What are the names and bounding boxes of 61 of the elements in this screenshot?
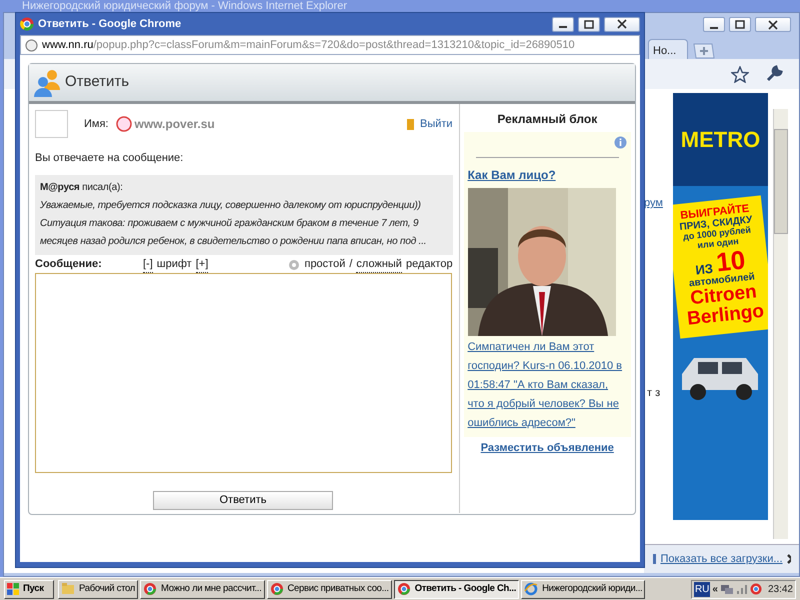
users-icon [33, 68, 61, 98]
show-downloads-link[interactable]: Показать все загрузки... [660, 550, 783, 568]
language-indicator[interactable]: RU [694, 582, 710, 596]
taskbar-button[interactable]: Сервис приватных соо... [266, 580, 392, 598]
browser-tab[interactable]: Но... [648, 39, 688, 59]
network-icon[interactable] [720, 583, 734, 595]
submit-button[interactable]: Ответить [153, 490, 333, 510]
name-label: Имя: [84, 116, 108, 132]
ad-block-title: Рекламный блок [496, 111, 598, 128]
quote-author: М@руся писал(а): [40, 180, 124, 194]
start-button[interactable]: Пуск [4, 580, 54, 598]
taskbar-button[interactable]: Можно ли мне рассчит... [140, 580, 264, 598]
clock: 23:42 [768, 582, 793, 596]
logout-link[interactable]: Выйти [420, 116, 453, 132]
editor-mode-link[interactable]: простой [304, 256, 346, 273]
windows-logo-icon [7, 583, 19, 595]
url-text: www.nn.ru/popup.php?c=classForum&m=mainForum&s=720&do=post&thread=1313210&topic_id=26890510 [42, 38, 575, 53]
folder-icon [61, 582, 75, 596]
ad-headline-link[interactable]: Как Вам лицо? [468, 166, 627, 184]
font-label: шрифт [156, 256, 192, 272]
ad-banner[interactable]: METRO ВЫИГРАЙТЕ ПРИЗ, СКИДКУ до 1000 рублей или один ИЗ 10 автомобилей Citroen Berlingo [673, 93, 768, 520]
new-tab-icon[interactable] [692, 43, 716, 59]
chrome-icon[interactable] [750, 583, 762, 595]
chrome-icon [20, 17, 34, 31]
minimize-icon[interactable] [552, 16, 574, 32]
chrome-icon [270, 582, 284, 596]
message-label: Сообщение: [35, 257, 103, 272]
taskbar-button[interactable]: Рабочий стол [58, 580, 138, 598]
post-ad-link[interactable]: Разместить объявление [464, 440, 631, 456]
page-heading: Ответить [65, 72, 130, 92]
browser-icon [524, 582, 538, 596]
gear-icon [288, 258, 300, 270]
ad-text-link[interactable]: Симпатичен ли Вам этот господин? Kurs-n 06.10.2010 в 01:58:47 "А кто Вам сказал, что я добрый человек? Вы не ошиблись адресом?" [468, 338, 627, 433]
expand-tray-button[interactable]: « [712, 582, 718, 596]
promo-text: ИЗ [694, 261, 714, 278]
editor-label: редактор [406, 257, 453, 272]
scrollbar[interactable] [773, 109, 788, 539]
reply-to-label: Вы отвечаете на сообщение: [35, 151, 184, 166]
chrome-icon [396, 582, 411, 596]
message-field[interactable] [35, 272, 452, 472]
window-title: Нижегородский юридический форум - Windows Internet Explorer [21, 0, 348, 12]
globe-icon [25, 38, 38, 52]
wrench-icon[interactable] [765, 65, 783, 83]
user-name: www.pover.su [134, 116, 215, 133]
avatar [35, 110, 68, 138]
promo-number: 10 [714, 246, 746, 276]
quote-text: Уважаемые, требуется подсказка лицу, совершенно далекому от юриспруденции)) Ситуация такова: проживаем с мужчиной гражданским браком в течение 7 лет, 9 месяцев назад родился ребенок, в свидетельство о рождении папа вписан, но под ... [40, 198, 428, 248]
chrome-icon [143, 582, 158, 596]
minimize-icon[interactable] [703, 17, 725, 32]
star-icon[interactable] [731, 66, 749, 82]
text-fragment: т з [647, 386, 660, 401]
taskbar-button[interactable]: Ответить - Google Ch... [394, 580, 520, 598]
brand-text: METRO [680, 126, 760, 154]
separator-text: / [349, 257, 352, 272]
taskbar-button[interactable]: Нижегородский юриди... [521, 580, 646, 598]
address-bar[interactable]: www.nn.ru/popup.php?c=classForum&m=mainForum&s=720&do=post&thread=1313210&topic_id=26890510 [20, 35, 640, 55]
maximize-icon[interactable] [578, 16, 600, 32]
info-icon[interactable] [614, 136, 627, 149]
maximize-icon[interactable] [729, 17, 751, 32]
badge-icon [116, 116, 132, 132]
window-title: Ответить - Google Chrome [38, 16, 182, 32]
